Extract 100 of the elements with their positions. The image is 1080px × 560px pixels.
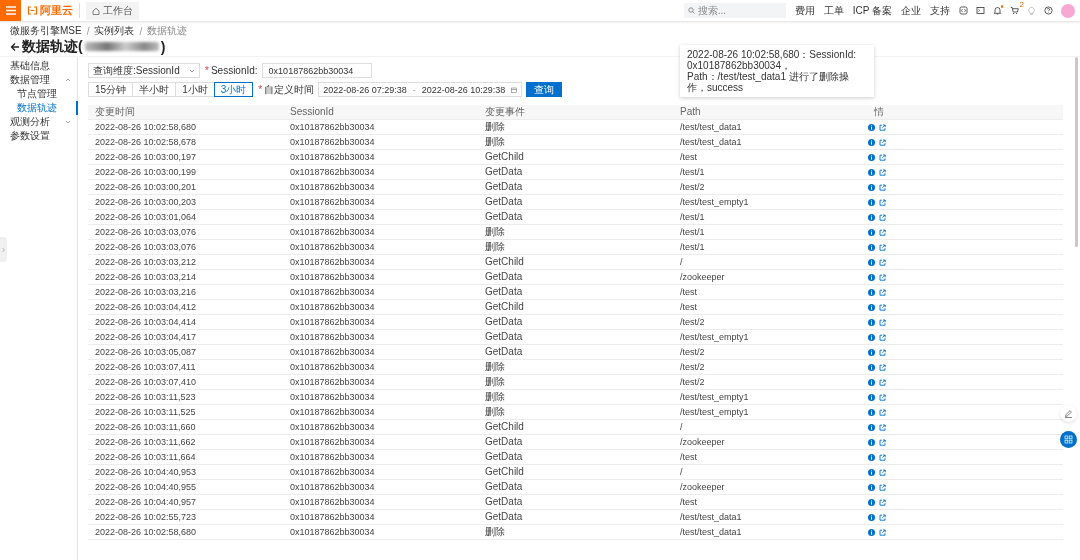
sidebar-item[interactable]: 节点管理 (0, 87, 77, 101)
info-icon[interactable] (868, 213, 875, 221)
info-icon[interactable] (868, 258, 875, 266)
info-icon[interactable] (868, 288, 875, 296)
table-cell-text: 0x10187862bb30034 (289, 152, 376, 162)
cart-icon[interactable] (1010, 6, 1019, 15)
nav-link[interactable]: 支持 (930, 3, 950, 18)
edit-button[interactable] (1060, 405, 1077, 422)
external-link-icon[interactable] (879, 408, 886, 416)
external-link-icon[interactable] (879, 483, 886, 491)
external-link-icon[interactable] (879, 318, 886, 326)
terminal-icon[interactable] (976, 6, 985, 15)
avatar[interactable] (1061, 3, 1075, 18)
external-link-icon[interactable] (879, 438, 886, 446)
time-range-button[interactable]: 半小时 (132, 82, 177, 97)
sidebar-item[interactable]: 参数设置 (0, 129, 77, 143)
breadcrumb-link[interactable]: 实例列表 (94, 24, 135, 38)
info-icon[interactable] (868, 243, 875, 251)
info-icon[interactable] (868, 303, 875, 311)
query-button[interactable]: 查询 (526, 82, 563, 97)
sidebar-item[interactable]: 观测分析 (0, 115, 77, 129)
search-field[interactable]: 搜索... (683, 3, 786, 18)
help-icon[interactable] (1044, 6, 1053, 15)
back-arrow-icon[interactable] (10, 41, 20, 52)
info-icon[interactable] (868, 168, 875, 176)
info-icon[interactable] (868, 333, 875, 341)
menu-icon[interactable] (4, 5, 17, 16)
session-id-field[interactable]: 0x10187862bb30034 (261, 63, 372, 78)
nav-link[interactable]: 工单 (823, 3, 844, 18)
external-link-icon[interactable] (879, 468, 886, 476)
external-link-icon[interactable] (879, 213, 886, 221)
external-link-icon[interactable] (879, 168, 886, 176)
external-link-icon[interactable] (879, 498, 886, 506)
info-icon[interactable] (868, 183, 875, 191)
info-icon[interactable] (868, 408, 875, 416)
external-link-icon[interactable] (879, 453, 886, 461)
external-link-icon[interactable] (879, 243, 886, 251)
bell-icon[interactable] (993, 6, 1002, 15)
external-link-icon[interactable] (879, 258, 886, 266)
menu-button[interactable] (0, 0, 21, 21)
external-link-icon[interactable] (879, 228, 886, 236)
scrollbar-thumb[interactable] (1075, 57, 1078, 247)
info-icon[interactable] (868, 228, 875, 236)
info-icon[interactable] (868, 348, 875, 356)
external-link-icon[interactable] (879, 393, 886, 401)
info-icon[interactable] (868, 123, 875, 131)
external-link-icon[interactable] (879, 288, 886, 296)
time-range-button[interactable]: 1小时 (175, 82, 215, 97)
time-range-button[interactable]: 15分钟 (88, 82, 134, 97)
table-cell-text: GetData (484, 332, 524, 342)
nav-link[interactable]: 企业 (901, 3, 921, 18)
external-link-icon[interactable] (879, 198, 886, 206)
info-icon[interactable] (868, 498, 875, 506)
external-link-icon[interactable] (879, 303, 886, 311)
sidebar-item[interactable]: 基础信息 (0, 59, 77, 73)
info-icon[interactable] (868, 273, 875, 281)
external-link-icon[interactable] (879, 348, 886, 356)
info-icon[interactable] (868, 453, 875, 461)
info-icon[interactable] (868, 528, 875, 536)
info-icon[interactable] (868, 483, 875, 491)
dimension-select[interactable]: 查询维度:SessionId (88, 63, 200, 78)
info-icon[interactable] (868, 393, 875, 401)
external-link-icon[interactable] (879, 378, 886, 386)
nav-link[interactable]: 费用 (794, 3, 815, 18)
external-link-icon[interactable] (879, 528, 886, 536)
external-link-icon[interactable] (879, 333, 886, 341)
external-link-icon[interactable] (879, 513, 886, 521)
external-link-icon[interactable] (879, 183, 886, 191)
info-icon[interactable] (868, 363, 875, 371)
external-link-icon[interactable] (879, 138, 886, 146)
external-link-icon[interactable] (879, 273, 886, 281)
info-icon[interactable] (868, 153, 875, 161)
external-link-icon[interactable] (879, 363, 886, 371)
info-icon[interactable] (868, 198, 875, 206)
info-icon[interactable] (868, 318, 875, 326)
code-icon[interactable] (959, 6, 968, 15)
breadcrumb-link[interactable]: 数据轨迹 (147, 24, 188, 38)
sidebar-item[interactable]: 数据管理 (0, 73, 77, 87)
external-link-icon[interactable] (879, 423, 886, 431)
breadcrumb-link[interactable]: 微服务引擎MSE (10, 24, 82, 38)
time-range-button[interactable]: 3小时 (213, 82, 254, 97)
collapse-handle[interactable] (0, 237, 7, 262)
info-icon[interactable] (868, 438, 875, 446)
nav-link[interactable]: ICP 备案 (852, 3, 892, 18)
apps-button[interactable] (1060, 431, 1077, 448)
home-icon[interactable] (92, 6, 100, 15)
table-cell-text: GetData (484, 197, 524, 207)
info-icon[interactable] (868, 138, 875, 146)
workbench-button[interactable]: 工作台 (86, 1, 139, 20)
info-icon[interactable] (868, 423, 875, 431)
table-cell-text: /test (679, 287, 698, 297)
table-cell-text: 0x10187862bb30034 (289, 407, 376, 417)
sidebar-item[interactable]: 数据轨迹 (0, 101, 78, 115)
date-range-field[interactable]: 2022-08-26 07:29:38 - 2022-08-26 10:29:38 (318, 82, 523, 97)
info-icon[interactable] (868, 468, 875, 476)
external-link-icon[interactable] (879, 153, 886, 161)
external-link-icon[interactable] (879, 123, 886, 131)
info-icon[interactable] (868, 378, 875, 386)
info-icon[interactable] (868, 513, 875, 521)
table-cell-text: 0x10187862bb30034 (289, 182, 376, 192)
